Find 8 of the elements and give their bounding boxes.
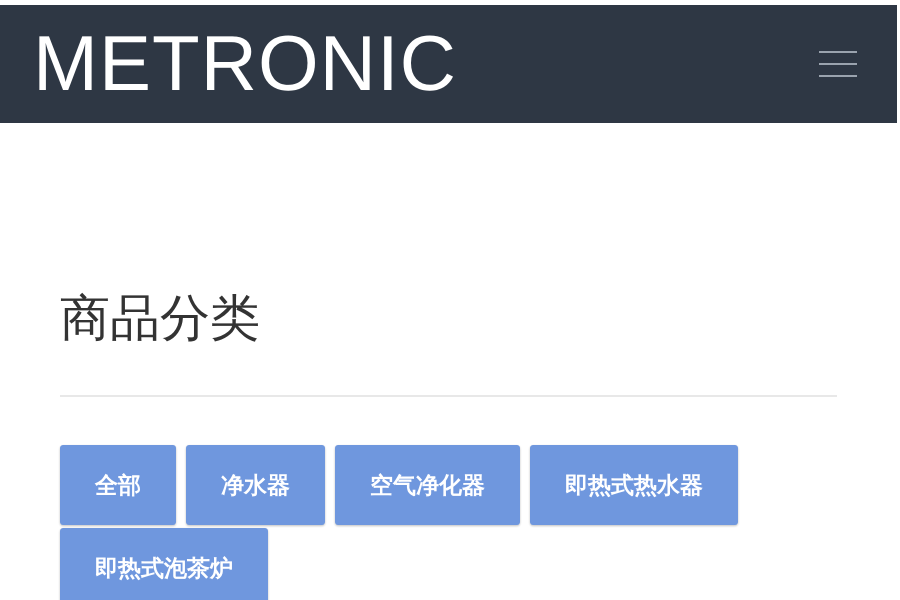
category-button[interactable]: 净水器 (186, 445, 325, 525)
logo: METRONIC (33, 24, 457, 102)
category-button[interactable]: 即热式热水器 (530, 445, 738, 525)
section-title: 商品分类 (60, 293, 261, 343)
category-button[interactable]: 即热式泡茶炉 (60, 528, 268, 600)
category-button[interactable]: 空气净化器 (335, 445, 520, 525)
menu-icon[interactable] (819, 50, 857, 78)
category-button[interactable]: 全部 (60, 445, 176, 525)
